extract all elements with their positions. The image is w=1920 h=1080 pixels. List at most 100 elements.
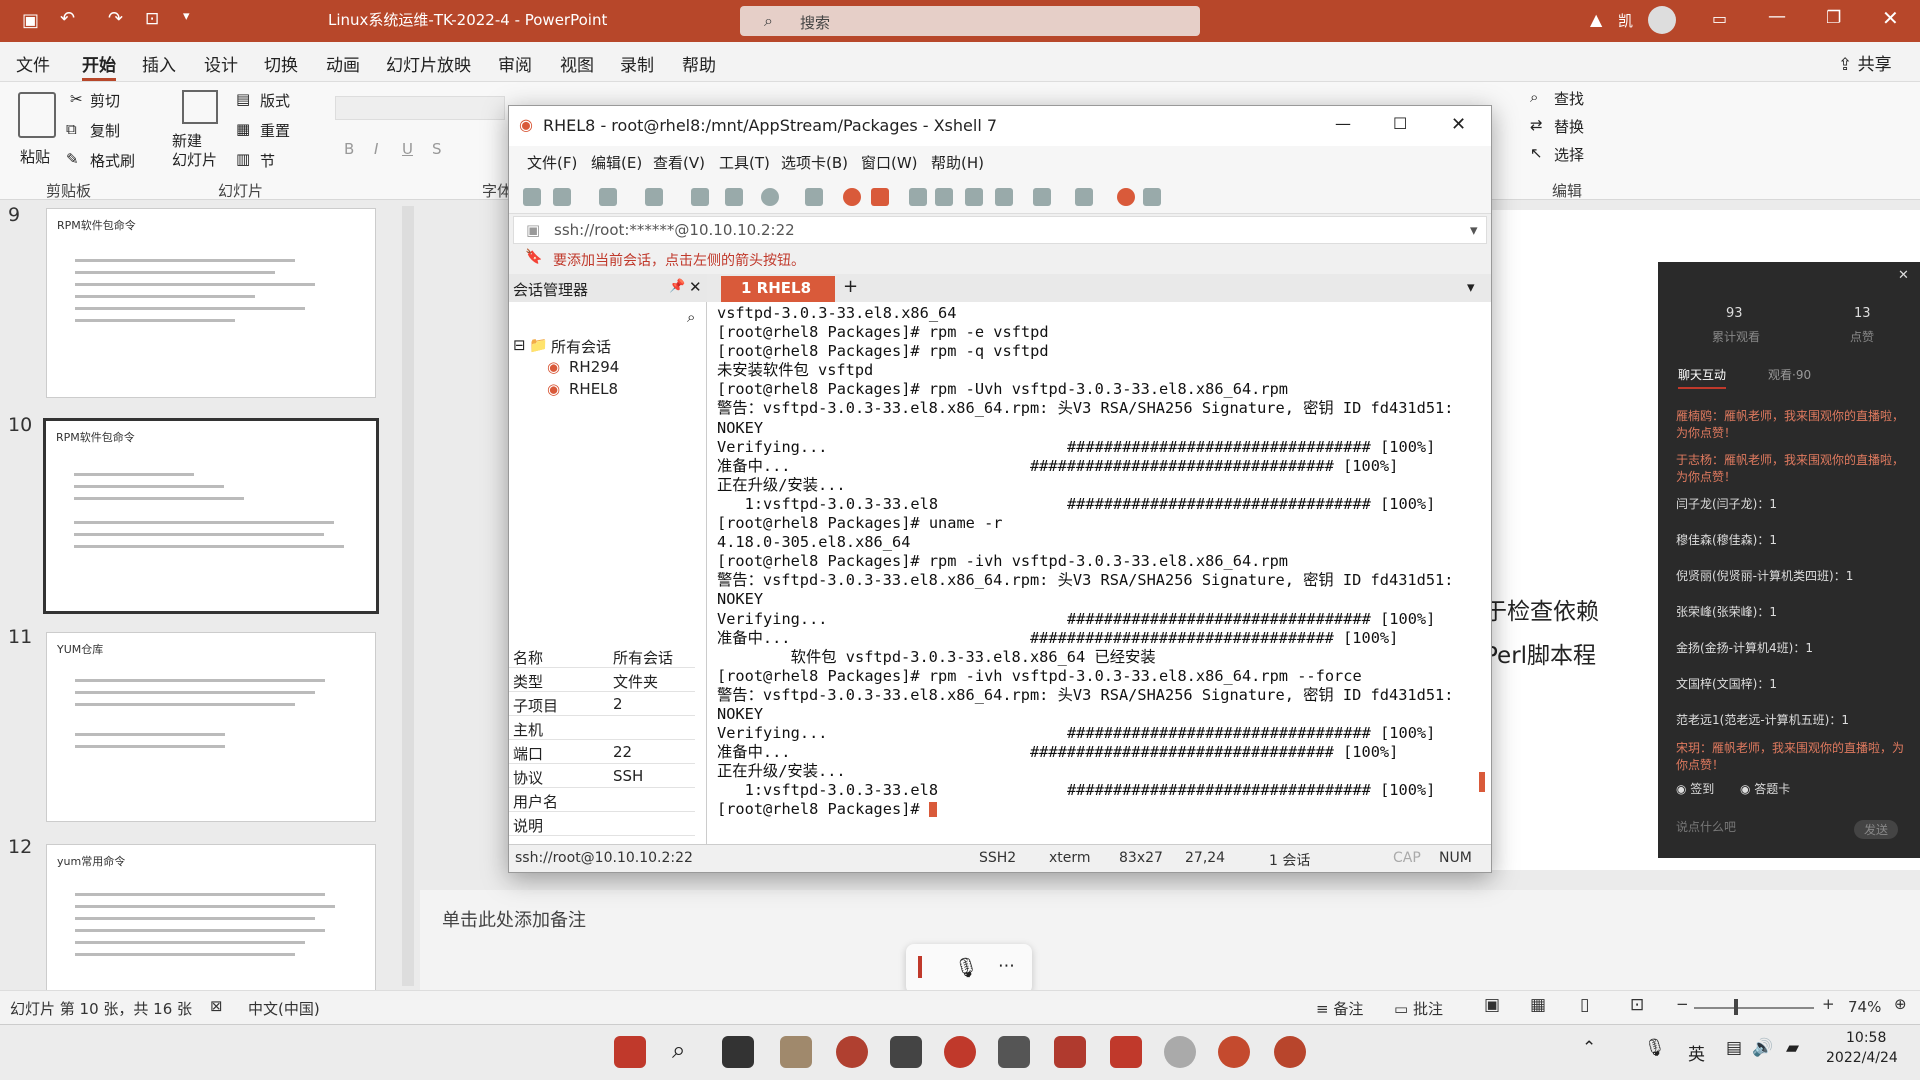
edge-icon[interactable] xyxy=(836,1036,868,1068)
close-icon[interactable]: ✕ xyxy=(1898,268,1909,283)
font-icon[interactable] xyxy=(805,188,823,206)
compose-icon[interactable] xyxy=(995,188,1013,206)
reading-view-icon[interactable]: ▯ xyxy=(1580,995,1589,1015)
tab-insert[interactable]: 插入 xyxy=(142,51,176,76)
bold-icon[interactable]: B xyxy=(344,140,354,158)
cut-button[interactable]: 剪切 xyxy=(90,90,120,111)
file-explorer-icon[interactable] xyxy=(780,1036,812,1068)
chat-input[interactable]: 说点什么吧 xyxy=(1676,818,1736,835)
underline-icon[interactable]: U xyxy=(402,140,413,158)
tab-help[interactable]: 帮助 xyxy=(682,51,716,76)
app-icon[interactable] xyxy=(1054,1036,1086,1068)
lock-icon[interactable] xyxy=(935,188,953,206)
layout-icon[interactable] xyxy=(1075,188,1093,206)
chevron-up-icon[interactable]: ⌃ xyxy=(1582,1038,1596,1058)
menu-window[interactable]: 窗口(W) xyxy=(861,152,918,173)
copy-button[interactable]: 复制 xyxy=(90,120,120,141)
minimize-icon[interactable]: — xyxy=(1768,6,1786,27)
battery-icon[interactable]: ▰ xyxy=(1786,1038,1799,1058)
open-icon[interactable] xyxy=(553,188,571,206)
network-icon[interactable]: ▤ xyxy=(1726,1038,1742,1058)
redo-icon[interactable]: ↷ xyxy=(108,8,123,29)
clock-time[interactable]: 10:58 xyxy=(1846,1030,1886,1046)
status-sessions[interactable]: 1 会话 xyxy=(1269,850,1310,870)
slide-thumbnail[interactable]: RPM软件包命令 xyxy=(46,208,376,398)
tree-item-all-sessions[interactable]: 所有会话 xyxy=(551,336,611,357)
zoom-slider-thumb[interactable] xyxy=(1734,999,1738,1015)
menu-help[interactable]: 帮助(H) xyxy=(931,152,984,173)
zoom-out-icon[interactable]: − xyxy=(1676,995,1689,1013)
clock-date[interactable]: 2022/4/24 xyxy=(1826,1050,1898,1066)
tree-expand-icon[interactable]: ⊟ xyxy=(513,336,526,354)
start-icon[interactable] xyxy=(614,1036,646,1068)
menu-view[interactable]: 查看(V) xyxy=(653,152,705,173)
tab-menu-chevron-icon[interactable]: ▾ xyxy=(1467,278,1475,296)
send-button[interactable]: 发送 xyxy=(1854,820,1899,839)
help-icon[interactable] xyxy=(1117,188,1135,206)
task-view-icon[interactable] xyxy=(722,1036,754,1068)
accessibility-icon[interactable]: ⊠ xyxy=(210,997,223,1015)
paste-icon[interactable] xyxy=(18,92,56,138)
font-name-select[interactable] xyxy=(335,96,505,120)
slide-sorter-icon[interactable]: ▦ xyxy=(1530,995,1546,1015)
properties-icon[interactable] xyxy=(645,188,663,206)
checkin-button[interactable]: ◉ 签到 xyxy=(1676,780,1714,797)
tab-rhel8[interactable]: 1 RHEL8 xyxy=(721,276,835,302)
xshell-icon[interactable] xyxy=(1274,1036,1306,1068)
replace-button[interactable]: 替换 xyxy=(1554,116,1584,137)
reset-button[interactable]: 重置 xyxy=(260,120,290,141)
minimize-icon[interactable]: — xyxy=(1335,114,1351,133)
chat-icon[interactable] xyxy=(1143,188,1161,206)
tree-item-rhel8[interactable]: RHEL8 xyxy=(569,380,618,398)
tab-slideshow[interactable]: 幻灯片放映 xyxy=(386,51,471,76)
shadow-icon[interactable]: S xyxy=(432,140,442,158)
tab-review[interactable]: 审阅 xyxy=(498,51,532,76)
new-session-icon[interactable] xyxy=(523,188,541,206)
app-icon[interactable] xyxy=(1110,1036,1142,1068)
add-tab-icon[interactable]: + xyxy=(843,276,858,297)
find-button[interactable]: 查找 xyxy=(1554,88,1584,109)
select-button[interactable]: 选择 xyxy=(1554,144,1584,165)
present-icon[interactable]: ⊡ xyxy=(145,9,159,29)
search-box[interactable]: ⌕ 搜索 xyxy=(740,6,1200,36)
fit-slide-icon[interactable]: ⊕ xyxy=(1894,995,1907,1013)
tab-design[interactable]: 设计 xyxy=(204,51,238,76)
bookmark-icon[interactable]: 🔖 xyxy=(525,249,542,265)
close-icon[interactable]: ✕ xyxy=(1451,114,1466,135)
more-icon[interactable]: ⋯ xyxy=(998,956,1015,976)
slideshow-icon[interactable]: ⊡ xyxy=(1630,995,1644,1015)
copy-icon[interactable] xyxy=(599,188,617,206)
tab-viewers[interactable]: 观看·90 xyxy=(1768,366,1811,383)
answer-card-button[interactable]: ◉ 答题卡 xyxy=(1740,780,1790,797)
new-slide-button[interactable]: 新建 幻灯片 xyxy=(172,132,217,170)
script-icon[interactable] xyxy=(965,188,983,206)
zoom-in-icon[interactable]: + xyxy=(1822,995,1835,1013)
tab-transitions[interactable]: 切换 xyxy=(264,51,298,76)
fullscreen-icon[interactable] xyxy=(909,188,927,206)
color-icon[interactable] xyxy=(761,188,779,206)
warning-icon[interactable]: ▲ xyxy=(1590,10,1602,29)
restore-icon[interactable]: ❐ xyxy=(1826,8,1841,28)
transfer-icon[interactable] xyxy=(725,188,743,206)
avatar[interactable] xyxy=(1648,6,1676,34)
microphone-icon[interactable]: 🎙 xyxy=(1644,1038,1666,1058)
volume-icon[interactable]: 🔊 xyxy=(1752,1038,1773,1058)
tab-animations[interactable]: 动画 xyxy=(326,51,360,76)
layout-button[interactable]: 版式 xyxy=(260,90,290,111)
save-icon[interactable]: ▣ xyxy=(22,10,39,31)
undo-icon[interactable]: ↶ xyxy=(60,8,75,29)
pin-icon[interactable]: 📌 xyxy=(669,279,685,294)
menu-tools[interactable]: 工具(T) xyxy=(719,152,770,173)
close-icon[interactable]: ✕ xyxy=(689,278,702,296)
slide-thumbnail[interactable]: YUM仓库 xyxy=(46,632,376,822)
comments-button[interactable]: ▭ 批注 xyxy=(1394,998,1443,1019)
xftp-icon[interactable] xyxy=(843,188,861,206)
paste-button[interactable]: 粘贴 xyxy=(20,146,50,167)
slide-thumbnail-selected[interactable]: RPM软件包命令 xyxy=(43,418,379,614)
notes-button[interactable]: ≡ 备注 xyxy=(1316,998,1363,1019)
keyboard-icon[interactable] xyxy=(1033,188,1051,206)
close-icon[interactable]: ✕ xyxy=(1882,6,1899,30)
search-icon[interactable]: ⌕ xyxy=(672,1036,685,1064)
normal-view-icon[interactable]: ▣ xyxy=(1484,995,1500,1015)
powerpoint-icon[interactable] xyxy=(1218,1036,1250,1068)
